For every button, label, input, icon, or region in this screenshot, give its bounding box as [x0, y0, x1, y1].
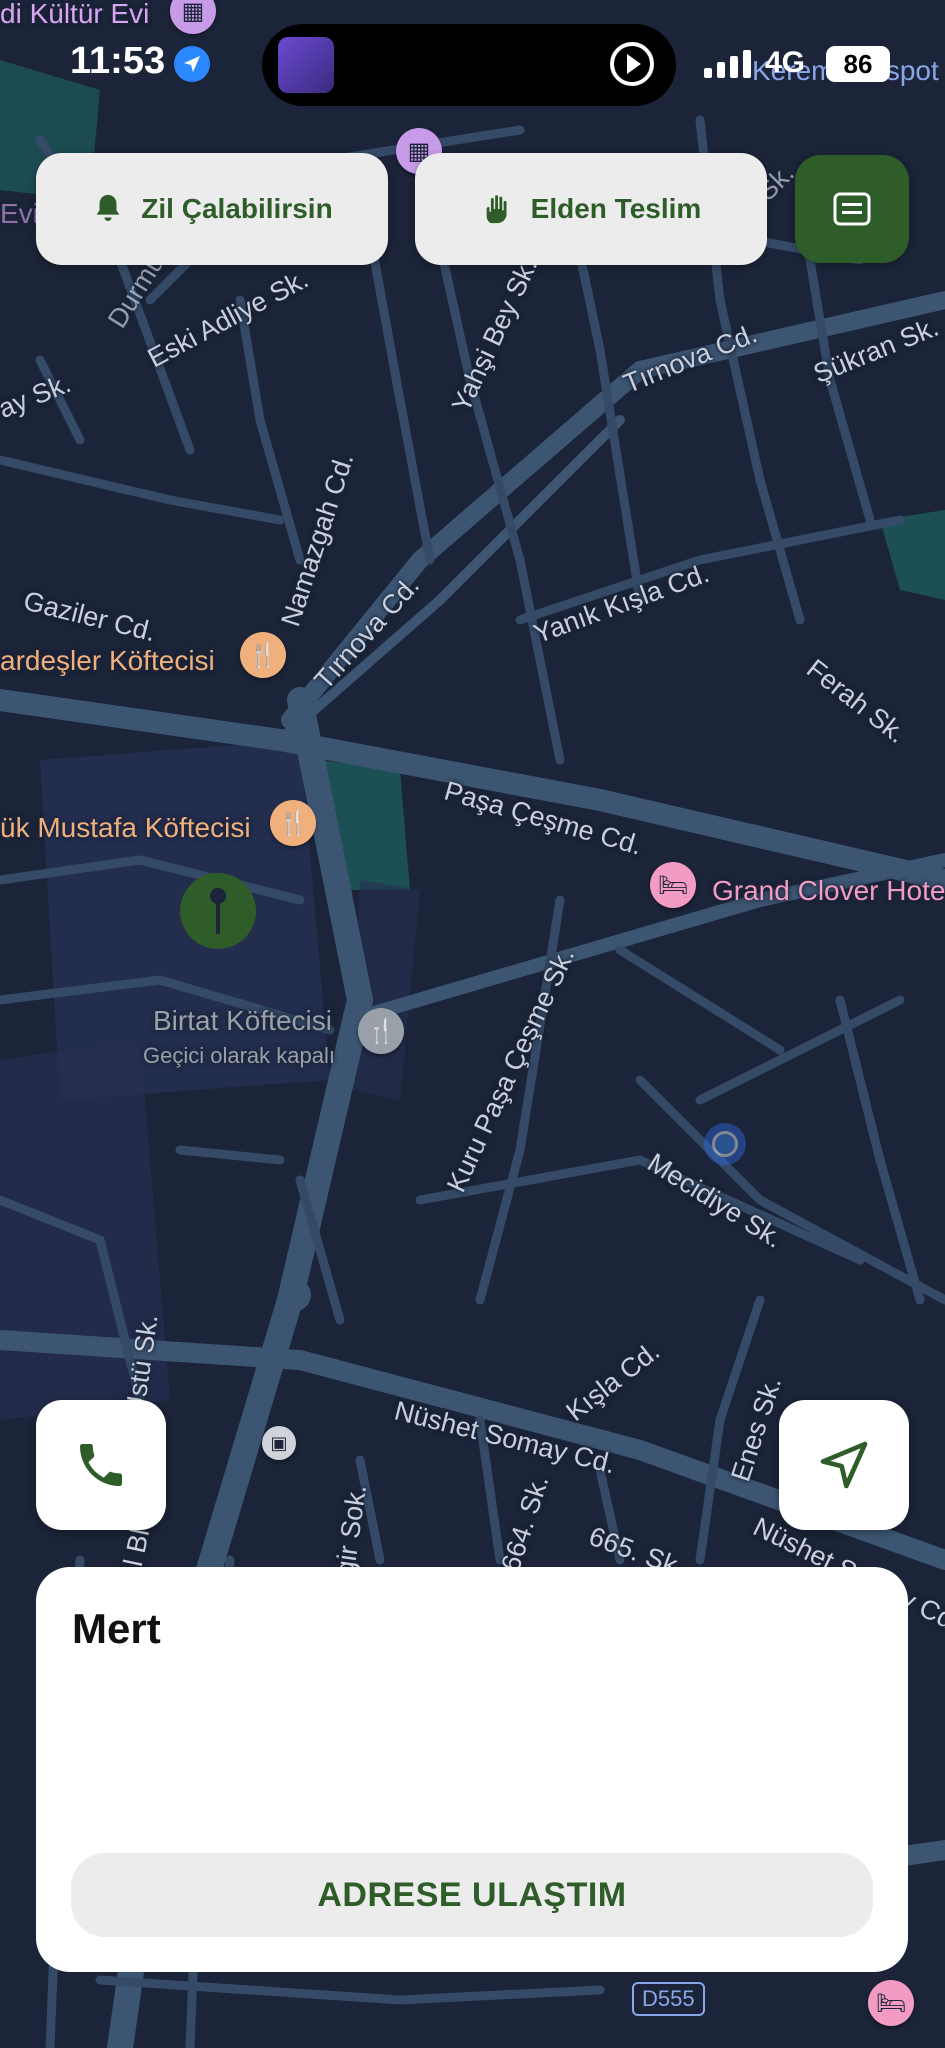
hand-delivery-label: Elden Teslim	[530, 193, 702, 224]
battery-indicator: 86	[826, 46, 890, 82]
road-number-badge: D555	[632, 1982, 705, 2016]
hand-delivery-button[interactable]: Elden Teslim	[415, 153, 767, 265]
restaurant-pin-icon[interactable]: 🍴	[270, 800, 316, 846]
phone-icon	[80, 1444, 122, 1486]
dynamic-island[interactable]	[262, 24, 676, 106]
restaurant-pin-icon[interactable]: 🍴	[358, 1008, 404, 1054]
location-arrow-icon	[174, 46, 210, 82]
poi-evi[interactable]: Evi	[0, 198, 39, 230]
hotel-pin-icon[interactable]: 🛏	[650, 862, 696, 908]
play-icon[interactable]	[610, 42, 654, 86]
customer-card: Mert ADRESE ULAŞTIM	[36, 1567, 908, 1972]
network-type: 4G	[765, 46, 806, 79]
hand-icon	[486, 195, 507, 224]
poi-birtat-status: Geçici olarak kapalı	[143, 1043, 335, 1068]
arrived-at-address-button[interactable]: ADRESE ULAŞTIM	[71, 1853, 873, 1937]
status-bar: 11:53 Kerem Hotspot 4G 86	[0, 0, 945, 120]
poi-kardesler-koftecisi[interactable]: ardeşler Köftecisi	[0, 645, 215, 677]
poi-mustafa-koftecisi[interactable]: ük Mustafa Köftecisi	[0, 812, 251, 844]
current-location-dot	[704, 1123, 746, 1165]
document-icon	[833, 192, 871, 226]
poi-grand-clover-hotel[interactable]: Grand Clover Hote	[712, 875, 945, 907]
destination-pin-icon[interactable]	[180, 873, 256, 949]
media-artwork	[278, 37, 334, 93]
bell-icon	[96, 194, 120, 222]
poi-birtat-koftecisi[interactable]: Birtat Köftecisi	[153, 1005, 332, 1037]
order-details-button[interactable]	[795, 155, 909, 263]
ring-bell-label: Zil Çalabilirsin	[141, 193, 333, 224]
call-button[interactable]	[36, 1400, 166, 1530]
navigation-arrow-icon	[820, 1441, 868, 1489]
hotel-pin-icon[interactable]: 🛏	[868, 1980, 914, 2026]
navigate-button[interactable]	[779, 1400, 909, 1530]
bus-stop-icon[interactable]: ▣	[262, 1426, 296, 1460]
cellular-signal-icon	[704, 50, 751, 78]
customer-name: Mert	[72, 1605, 161, 1652]
status-time: 11:53	[70, 40, 166, 82]
ring-bell-button[interactable]: Zil Çalabilirsin	[36, 153, 388, 265]
restaurant-pin-icon[interactable]: 🍴	[240, 632, 286, 678]
